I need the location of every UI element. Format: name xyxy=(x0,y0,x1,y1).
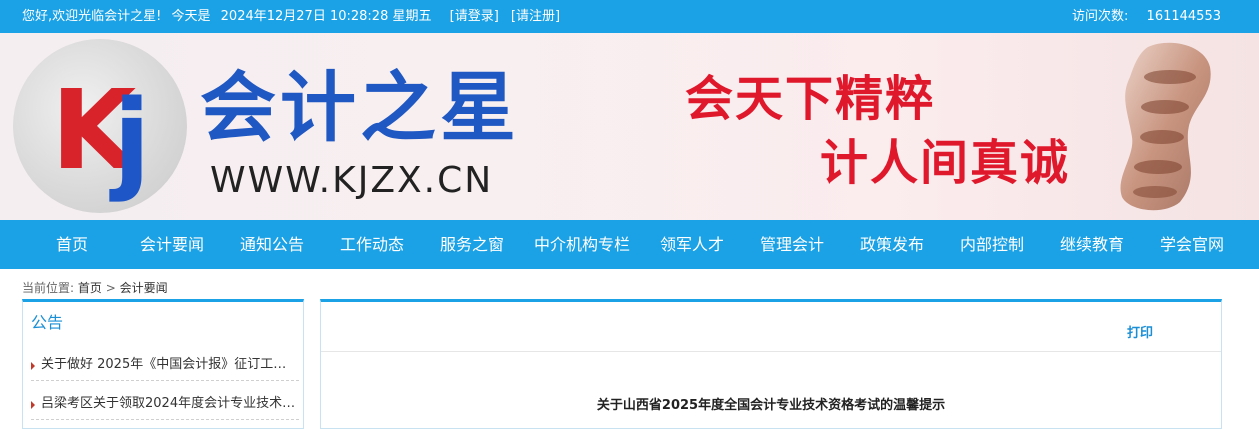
greeting-text: 您好,欢迎光临会计之星! xyxy=(22,9,162,24)
welcome-area: 您好,欢迎光临会计之星! 今天是 2024年12月27日 10:28:28 星期… xyxy=(22,0,560,33)
site-logo[interactable]: K j xyxy=(13,39,187,213)
breadcrumb-label: 当前位置: xyxy=(22,281,75,295)
logo-letter-j: j xyxy=(113,76,151,204)
announcement-item[interactable]: 关于做好 2025年《中国会计报》征订工作的通知 xyxy=(31,349,299,381)
nav-item-notices[interactable]: 通知公告 xyxy=(240,220,304,269)
slogan-line-2: 计人间真诚 xyxy=(820,135,1071,191)
nav-item-society-website[interactable]: 学会官网 xyxy=(1160,220,1224,269)
breadcrumb: 当前位置: 首页 > 会计要闻 xyxy=(22,280,168,296)
current-date: 2024年12月27日 10:28:28 星期五 xyxy=(220,9,432,24)
top-bar: 您好,欢迎光临会计之星! 今天是 2024年12月27日 10:28:28 星期… xyxy=(0,0,1259,33)
visit-counter: 访问次数: 161144553 xyxy=(1072,0,1221,33)
visits-count: 161144553 xyxy=(1146,9,1221,24)
decorative-abacus-sculpture xyxy=(1120,42,1211,211)
nav-item-policy-release[interactable]: 政策发布 xyxy=(860,220,924,269)
nav-item-work-updates[interactable]: 工作动态 xyxy=(340,220,404,269)
site-name: 会计之星 xyxy=(200,63,520,152)
article-toolbar: 打印 xyxy=(321,302,1221,352)
announcement-sidebar: 公告 关于做好 2025年《中国会计报》征订工作的通知 吕梁考区关于领取2024… xyxy=(22,299,304,429)
register-link[interactable]: [请注册] xyxy=(511,9,560,24)
sidebar-heading: 公告 xyxy=(31,313,64,332)
print-button[interactable]: 打印 xyxy=(1127,322,1153,341)
main-navigation: 首页 会计要闻 通知公告 工作动态 服务之窗 中介机构专栏 领军人才 管理会计 … xyxy=(0,220,1259,269)
nav-item-management-accounting[interactable]: 管理会计 xyxy=(760,220,824,269)
nav-item-internal-control[interactable]: 内部控制 xyxy=(960,220,1024,269)
article-title: 关于山西省2025年度全国会计专业技术资格考试的温馨提示 xyxy=(596,398,946,413)
nav-item-accounting-news[interactable]: 会计要闻 xyxy=(140,220,204,269)
nav-item-intermediary-column[interactable]: 中介机构专栏 xyxy=(534,220,630,269)
login-link[interactable]: [请登录] xyxy=(450,9,499,24)
nav-item-home[interactable]: 首页 xyxy=(40,220,104,269)
visits-label: 访问次数: xyxy=(1072,9,1129,24)
nav-item-continuing-education[interactable]: 继续教育 xyxy=(1060,220,1124,269)
article-panel: 打印 关于山西省2025年度全国会计专业技术资格考试的温馨提示 xyxy=(320,299,1222,429)
date-prefix: 今天是 xyxy=(171,9,211,24)
breadcrumb-separator: > xyxy=(105,281,116,295)
nav-item-leading-talent[interactable]: 领军人才 xyxy=(660,220,724,269)
breadcrumb-current[interactable]: 会计要闻 xyxy=(120,281,168,295)
slogan-line-1: 会天下精粹 xyxy=(685,71,936,127)
breadcrumb-home-link[interactable]: 首页 xyxy=(78,281,102,295)
announcement-item[interactable]: 吕梁考区关于领取2024年度会计专业技术资格证书的通知 xyxy=(31,388,299,420)
header-banner: K j 会计之星 WWW.KJZX.CN 会天下精粹 计人间真诚 xyxy=(0,33,1259,220)
site-url: WWW.KJZX.CN xyxy=(210,160,494,201)
nav-item-service-window[interactable]: 服务之窗 xyxy=(440,220,504,269)
